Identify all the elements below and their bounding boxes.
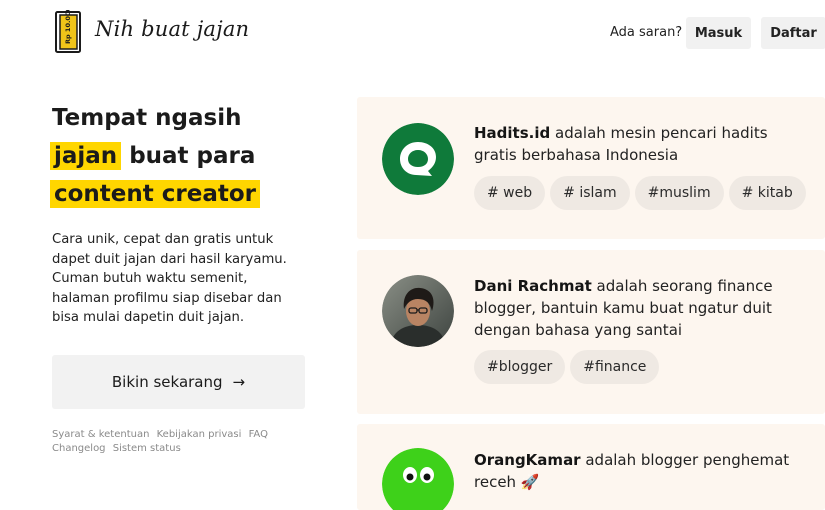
register-button[interactable]: Daftar [761, 17, 825, 49]
avatar[interactable] [382, 275, 454, 347]
creator-card[interactable]: Hadits.id adalah mesin pencari hadits gr… [357, 97, 825, 239]
tag-chip[interactable]: #blogger [474, 350, 566, 384]
hero-line-1: Tempat ngasih [52, 105, 242, 131]
logo-text[interactable]: Nih buat jajan [95, 17, 249, 41]
tag-chip[interactable]: #muslim [634, 176, 724, 210]
create-now-label: Bikin sekarang [111, 373, 223, 391]
footer-link-faq[interactable]: FAQ [249, 429, 268, 440]
tag-chip[interactable]: # kitab [728, 176, 806, 210]
svg-text:Rp 10.000: Rp 10.000 [64, 10, 72, 44]
creator-name[interactable]: OrangKamar [474, 451, 581, 469]
hero-line-2-rest: buat para [121, 143, 256, 169]
creator-description: Hadits.id adalah mesin pencari hadits gr… [474, 122, 794, 166]
avatar[interactable] [382, 123, 454, 195]
creator-name[interactable]: Hadits.id [474, 124, 550, 142]
hero-line-2: jajan buat para [50, 137, 342, 175]
tag-list: #blogger #finance [474, 350, 664, 384]
creator-card[interactable]: Dani Rachmat adalah seorang finance blog… [357, 250, 825, 414]
tag-list: # web # islam #muslim # kitab [474, 176, 811, 210]
login-button[interactable]: Masuk [686, 17, 751, 49]
creator-name[interactable]: Dani Rachmat [474, 277, 592, 295]
creator-description: OrangKamar adalah blogger penghemat rece… [474, 449, 794, 493]
footer-link-terms[interactable]: Syarat & ketentuan [52, 429, 149, 440]
tag-chip[interactable]: # islam [550, 176, 630, 210]
tag-chip[interactable]: # web [474, 176, 546, 210]
hero-description: Cara unik, cepat dan gratis untuk dapet … [52, 232, 287, 325]
avatar[interactable] [382, 448, 454, 510]
logo-icon[interactable]: Rp 10.000 [52, 7, 84, 54]
hero-heading: Tempat ngasih jajan buat para content cr… [50, 99, 342, 213]
footer-link-changelog[interactable]: Changelog [52, 443, 106, 454]
create-now-button[interactable]: Bikin sekarang → [52, 355, 305, 409]
hero-highlight-creator: content creator [50, 180, 261, 208]
creator-description: Dani Rachmat adalah seorang finance blog… [474, 275, 794, 341]
creator-card[interactable]: OrangKamar adalah blogger penghemat rece… [357, 424, 825, 510]
suggestion-link[interactable]: Ada saran? [610, 25, 682, 40]
footer-links: Syarat & ketentuan Kebijakan privasi FAQ… [52, 428, 302, 456]
footer-link-privacy[interactable]: Kebijakan privasi [157, 429, 242, 440]
top-navbar: Rp 10.000 Nih buat jajan Ada saran? Masu… [0, 0, 825, 66]
arrow-right-icon: → [232, 373, 246, 391]
tag-chip[interactable]: #finance [570, 350, 660, 384]
hero-highlight-jajan: jajan [50, 142, 122, 170]
hero-line-3: content creator [50, 175, 342, 213]
footer-link-status[interactable]: Sistem status [113, 443, 181, 454]
